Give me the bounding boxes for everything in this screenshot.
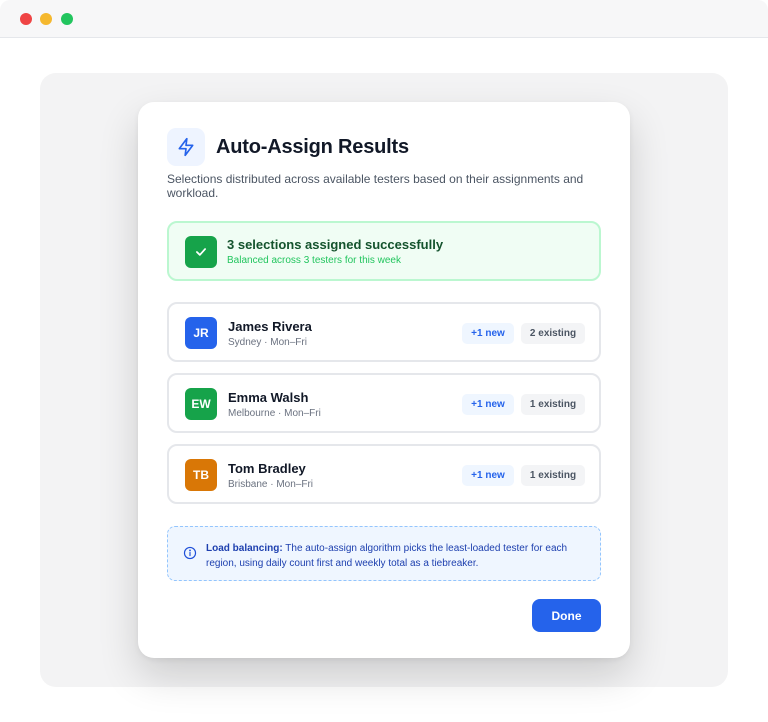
auto-assign-dialog: Auto-Assign Results Selections distribut… <box>138 102 630 658</box>
tester-name: James Rivera <box>228 319 312 334</box>
info-label: Load balancing: <box>206 543 283 554</box>
avatar: EW <box>185 388 217 420</box>
app-window: Auto-Assign Results Selections distribut… <box>0 0 768 722</box>
tester-location: Sydney · Mon–Fri <box>228 337 307 348</box>
close-window-button[interactable] <box>20 13 32 25</box>
info-icon <box>183 546 197 560</box>
success-subtitle: Balanced across 3 testers for this week <box>227 255 401 266</box>
new-assignments-badge: +1 new <box>462 465 514 486</box>
existing-assignments-badge: 2 existing <box>521 323 585 344</box>
tester-card-tom-bradley: TB Tom Bradley Brisbane · Mon–Fri +1 new… <box>167 444 601 504</box>
dialog-subtitle: Selections distributed across available … <box>167 172 584 200</box>
zoom-window-button[interactable] <box>61 13 73 25</box>
success-banner: 3 selections assigned successfully Balan… <box>167 221 601 281</box>
existing-assignments-badge: 1 existing <box>521 394 585 415</box>
done-button[interactable]: Done <box>532 599 601 632</box>
lightning-bolt-icon <box>167 128 205 166</box>
tester-name: Emma Walsh <box>228 390 309 405</box>
check-icon <box>185 236 217 268</box>
tester-location: Brisbane · Mon–Fri <box>228 479 314 490</box>
dialog-title: Auto-Assign Results <box>216 136 409 158</box>
new-assignments-badge: +1 new <box>462 323 514 344</box>
tester-card-james-rivera: JR James Rivera Sydney · Mon–Fri +1 new … <box>167 302 601 362</box>
info-text: Load balancing: The auto-assign algorith… <box>206 541 586 571</box>
tester-name: Tom Bradley <box>228 461 306 476</box>
existing-assignments-badge: 1 existing <box>521 465 585 486</box>
tester-card-emma-walsh: EW Emma Walsh Melbourne · Mon–Fri +1 new… <box>167 373 601 433</box>
new-assignments-badge: +1 new <box>462 394 514 415</box>
window-titlebar <box>0 0 768 38</box>
minimize-window-button[interactable] <box>40 13 52 25</box>
avatar: JR <box>185 317 217 349</box>
success-title: 3 selections assigned successfully <box>227 237 444 252</box>
load-balancing-note: Load balancing: The auto-assign algorith… <box>167 526 601 581</box>
avatar: TB <box>185 459 217 491</box>
tester-location: Melbourne · Mon–Fri <box>228 408 321 419</box>
